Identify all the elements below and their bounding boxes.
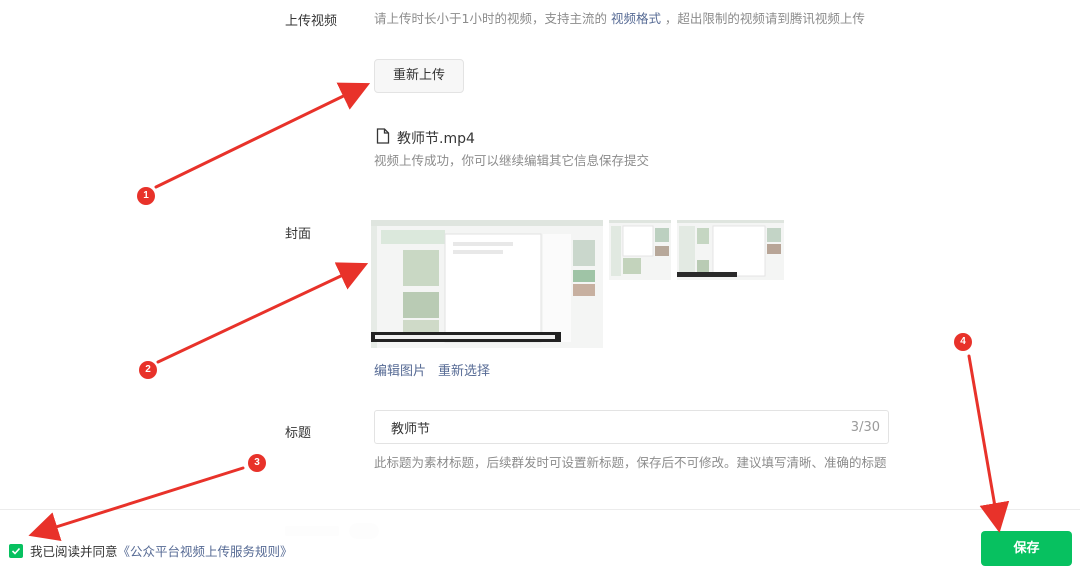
annotation-arrows bbox=[28, 82, 1010, 541]
annotation-marker-2: 2 bbox=[139, 361, 157, 379]
annotation-marker-1: 1 bbox=[137, 187, 155, 205]
annotation-marker-4: 4 bbox=[954, 333, 972, 351]
annotation-marker-3: 3 bbox=[248, 454, 266, 472]
